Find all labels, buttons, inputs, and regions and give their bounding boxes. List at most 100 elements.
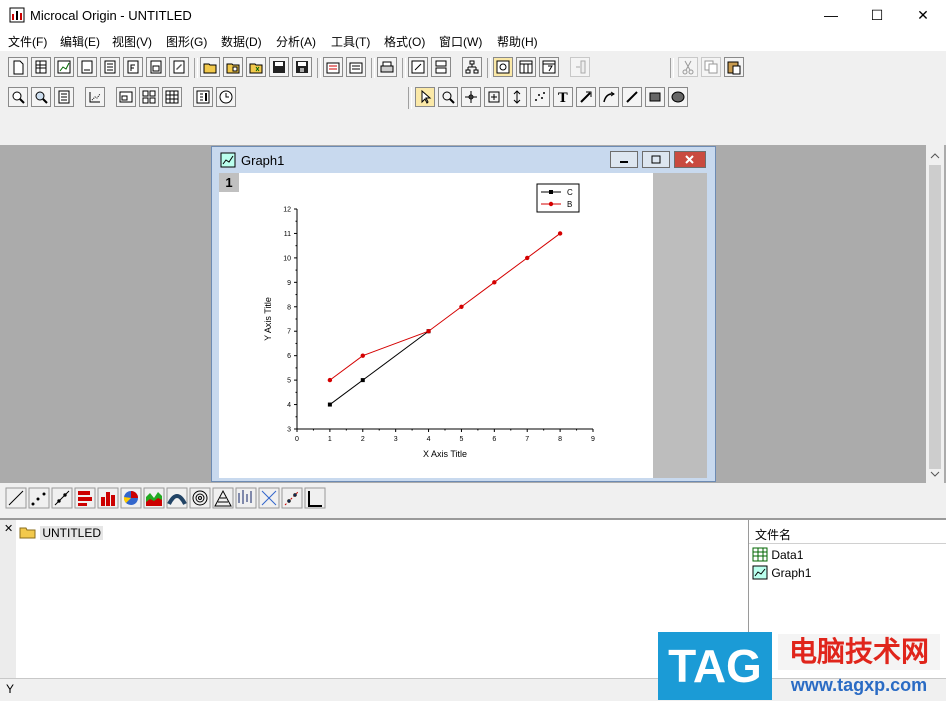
x-tick-label: 8 (558, 436, 562, 443)
data-display-button[interactable] (193, 87, 213, 107)
y-tick-label: 7 (287, 329, 291, 336)
open-button[interactable] (200, 57, 220, 77)
x-tick-label: 5 (459, 436, 463, 443)
scrollbar-arrows-icon (929, 153, 941, 477)
line-chart[interactable]: 0 1 2 3 4 5 6 7 8 93456789101112X Axis TitleY Axi… (219, 173, 653, 478)
list-item[interactable]: Data1 (752, 547, 803, 562)
tag-logo: TAG (658, 632, 772, 700)
layer-1-button[interactable] (116, 87, 136, 107)
folder-tree: UNTITLED (19, 524, 104, 540)
folder-untitled[interactable]: UNTITLED (40, 526, 104, 540)
graph-window-title: Graph1 (241, 153, 285, 168)
text-tool[interactable]: T (553, 87, 573, 107)
title-bar: Microcal Origin - UNTITLED — ☐ ✕ (0, 0, 946, 31)
graph-close-button[interactable] (674, 151, 706, 168)
y-tick-label: 10 (283, 255, 291, 262)
new-graph-button[interactable] (54, 57, 74, 77)
minimize-button[interactable]: — (808, 0, 854, 31)
workspace-scrollbar[interactable] (926, 145, 944, 483)
zoom-tool[interactable] (438, 87, 458, 107)
print-button[interactable] (377, 57, 397, 77)
paste-button[interactable] (724, 57, 744, 77)
menu-data[interactable]: 数据(D) (221, 33, 262, 50)
rectangle-tool[interactable] (645, 87, 665, 107)
arrow-tool[interactable] (576, 87, 596, 107)
watermark-site-name: 电脑技术网 (778, 634, 940, 670)
series-line-C (329, 330, 429, 405)
menu-bar: 文件(F) 编辑(E) 视图(V) 图形(G) 数据(D) 分析(A) 工具(T… (0, 31, 946, 51)
code-builder-button[interactable] (539, 57, 559, 77)
menu-edit[interactable]: 编辑(E) (60, 33, 100, 50)
toolbar-separator (408, 87, 412, 109)
add-layer-button[interactable] (570, 57, 590, 77)
open-template-button[interactable] (223, 57, 243, 77)
menu-tools[interactable]: 工具(T) (331, 33, 370, 50)
results-log-button[interactable] (493, 57, 513, 77)
x-tick-label: 0 (295, 436, 299, 443)
refresh-button[interactable] (408, 57, 428, 77)
duplicate-button[interactable] (431, 57, 451, 77)
script-window-button[interactable] (516, 57, 536, 77)
legend-marker (548, 201, 554, 207)
toolbar-separator (487, 58, 491, 78)
x-tick-label: 7 (525, 436, 529, 443)
line-tool[interactable] (622, 87, 642, 107)
layer-4-button[interactable] (139, 87, 159, 107)
open-excel-button[interactable] (246, 57, 266, 77)
import-multiple-button[interactable] (346, 57, 366, 77)
menu-analysis[interactable]: 分析(A) (276, 33, 316, 50)
whole-page-button[interactable] (54, 87, 74, 107)
rescale-button[interactable] (85, 87, 105, 107)
save-project-button[interactable] (269, 57, 289, 77)
graph-window-icon (220, 152, 236, 168)
chart-legend: CB (536, 183, 580, 213)
zoom-out-button[interactable] (31, 87, 51, 107)
pointer-tool[interactable] (415, 87, 435, 107)
file-list-header[interactable]: 文件名 (755, 526, 791, 543)
menu-format[interactable]: 格式(O) (384, 33, 425, 50)
menu-view[interactable]: 视图(V) (112, 33, 152, 50)
project-explorer-handle[interactable]: ✕ (0, 520, 16, 678)
data-selector-tool[interactable] (507, 87, 527, 107)
close-button[interactable]: ✕ (900, 0, 946, 31)
copy-button[interactable] (701, 57, 721, 77)
new-project-button[interactable] (8, 57, 28, 77)
folder-icon (19, 527, 36, 539)
maximize-button[interactable]: ☐ (854, 0, 900, 31)
draw-data-tool[interactable] (530, 87, 550, 107)
save-template-button[interactable] (292, 57, 312, 77)
project-explorer-button[interactable] (462, 57, 482, 77)
menu-help[interactable]: 帮助(H) (497, 33, 538, 50)
new-excel-button[interactable] (100, 57, 120, 77)
layer-9-button[interactable] (162, 87, 182, 107)
cut-button[interactable] (678, 57, 698, 77)
y-tick-label: 12 (283, 207, 291, 214)
close-explorer-icon[interactable]: ✕ (4, 522, 13, 535)
new-notes-button[interactable] (169, 57, 189, 77)
file-item-data1: Data1 (771, 548, 804, 562)
list-item[interactable]: Graph1 (752, 565, 811, 580)
new-layout-button[interactable] (146, 57, 166, 77)
new-worksheet-button[interactable] (31, 57, 51, 77)
zoom-in-button[interactable] (8, 87, 28, 107)
data-point (557, 231, 563, 236)
toolbar-separator (670, 58, 674, 78)
data-point (360, 353, 365, 358)
timer-button[interactable] (216, 87, 236, 107)
new-function-button[interactable] (123, 57, 143, 77)
menu-file[interactable]: 文件(F) (8, 33, 47, 50)
screen-reader-tool[interactable] (461, 87, 481, 107)
data-point (327, 402, 332, 407)
menu-graph[interactable]: 图形(G) (166, 33, 207, 50)
curved-arrow-tool[interactable] (599, 87, 619, 107)
import-ascii-button[interactable] (323, 57, 343, 77)
2d-graphs-toolbar (0, 483, 946, 516)
graph-restore-button[interactable] (642, 151, 670, 168)
legend-marker (549, 190, 553, 194)
circle-tool[interactable] (668, 87, 688, 107)
data-point (525, 255, 530, 261)
data-reader-tool[interactable] (484, 87, 504, 107)
new-matrix-button[interactable] (77, 57, 97, 77)
menu-window[interactable]: 窗口(W) (439, 33, 482, 50)
graph-minimize-button[interactable] (610, 151, 638, 168)
